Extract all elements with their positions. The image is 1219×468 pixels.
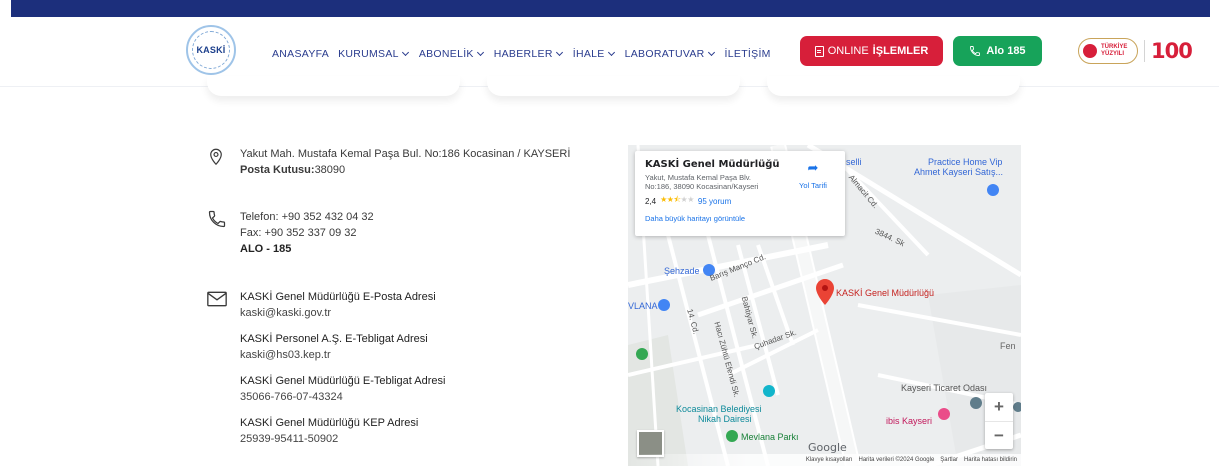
map-label-belediye2: Nikah Dairesi — [698, 414, 752, 424]
chevron-down-icon — [707, 48, 715, 57]
nav-iletisim[interactable]: İLETİŞİM — [725, 48, 771, 60]
phone-icon — [970, 46, 981, 56]
fax: Fax: +90 352 337 09 32 — [240, 227, 357, 239]
map-label-sehzade: Şehzade — [664, 266, 700, 276]
google-map[interactable]: KASKİ Genel Müdürlüğü Practice Home Vip … — [628, 145, 1021, 466]
email-value-4[interactable]: 25939-95411-50902 — [240, 431, 620, 447]
map-label-practice: Practice Home Vip — [928, 157, 1003, 167]
chevron-down-icon — [401, 48, 409, 57]
map-label-mevlana: VLANA — [628, 301, 658, 311]
email-value-1[interactable]: kaski@kaski.gov.tr — [240, 305, 620, 321]
map-label-selli: selli — [846, 157, 862, 167]
zoom-controls: + − — [985, 393, 1013, 449]
map-label-mevlana-park: Mevlana Parkı — [741, 432, 799, 442]
nav-ihale[interactable]: İHALE — [573, 48, 616, 60]
email-title-4: KASKİ Genel Müdürlüğü KEP Adresi — [240, 417, 419, 429]
place-rating: 2,4 ★★⯪★★ 95 yorum — [645, 194, 835, 208]
location-pin-icon — [210, 148, 222, 166]
directions-button[interactable]: ➦ Yol Tarifi — [793, 161, 833, 193]
map-footer: Klavye kısayolları Harita verileri ©2024… — [628, 454, 1021, 466]
logo-text: KASKİ — [196, 45, 226, 55]
map-label-ibis: ibis Kayseri — [886, 416, 933, 426]
telefon[interactable]: Telefon: +90 352 432 04 32 — [240, 209, 620, 225]
satellite-toggle[interactable] — [637, 430, 664, 457]
rating-stars-icon: ★★⯪★★ — [660, 195, 694, 204]
directions-icon: ➦ — [807, 160, 819, 175]
rating-value: 2,4 — [645, 196, 657, 206]
hundred-logo: 100 — [1151, 39, 1193, 63]
terms-link[interactable]: Şartlar — [940, 457, 958, 463]
document-icon — [814, 45, 824, 57]
zoom-in-button[interactable]: + — [985, 393, 1013, 421]
nav-anasayfa[interactable]: ANASAYFA — [272, 48, 329, 60]
bigger-map-link[interactable]: Daha büyük haritayı görüntüle — [645, 214, 835, 223]
map-label-fen: Fen — [1000, 341, 1016, 351]
info-card-1 — [207, 76, 460, 96]
turkiye-yuzyili-badge: TÜRKİYE YÜZYILI — [1078, 38, 1138, 64]
reviews-link[interactable]: 95 yorum — [698, 197, 731, 206]
mail-icon — [207, 291, 227, 307]
email-title-2: KASKİ Personel A.Ş. E-Tebligat Adresi — [240, 333, 428, 345]
keyboard-shortcuts-link[interactable]: Klavye kısayolları — [806, 457, 853, 463]
google-logo: Google — [808, 441, 847, 454]
nav-kurumsal[interactable]: KURUMSAL — [338, 48, 410, 60]
map-label-ticaret: Kayseri Ticaret Odası — [901, 383, 988, 393]
map-label-practice2: Ahmet Kayseri Satış... — [914, 167, 1004, 177]
map-pin-label: KASKİ Genel Müdürlüğü — [836, 288, 935, 298]
online-islemler-button[interactable]: ONLINE İŞLEMLER — [800, 36, 943, 66]
info-card-2 — [487, 76, 740, 96]
chevron-down-icon — [476, 48, 484, 57]
kaski-logo[interactable]: KASKİ — [186, 25, 236, 75]
po-box-label: Posta Kutusu: — [240, 164, 315, 176]
info-card-3 — [767, 76, 1020, 96]
email-title-3: KASKİ Genel Müdürlüğü E-Tebligat Adresi — [240, 375, 446, 387]
chevron-down-icon — [607, 48, 615, 57]
map-label-belediye1: Kocasinan Belediyesi — [676, 404, 762, 414]
top-accent-bar — [11, 0, 1210, 17]
nav-laboratuvar[interactable]: LABORATUVAR — [625, 48, 716, 60]
zoom-out-button[interactable]: − — [985, 421, 1013, 449]
phone-icon — [208, 210, 226, 228]
alo-185[interactable]: ALO - 185 — [240, 241, 620, 257]
alo-185-button[interactable]: Alo 185 — [953, 36, 1042, 66]
email-value-3[interactable]: 35066-766-07-43324 — [240, 389, 620, 405]
chevron-down-icon — [555, 48, 563, 57]
email-title-1: KASKİ Genel Müdürlüğü E-Posta Adresi — [240, 291, 436, 303]
map-place-card: KASKİ Genel Müdürlüğü Yakut, Mustafa Kem… — [635, 151, 845, 236]
place-address: Yakut, Mustafa Kemal Paşa Blv. No:186, 3… — [645, 173, 759, 191]
main-nav: ANASAYFA KURUMSAL ABONELİK HABERLER İHAL… — [272, 48, 771, 60]
divider — [1144, 40, 1145, 62]
turkiye-yuzyili-logo: TÜRKİYE YÜZYILI 100 — [1078, 38, 1193, 64]
report-error-link[interactable]: Harita hatası bildirin — [964, 457, 1017, 463]
map-data-text: Harita verileri ©2024 Google — [858, 457, 935, 463]
nav-abonelik[interactable]: ABONELİK — [419, 48, 485, 60]
address-line: Yakut Mah. Mustafa Kemal Paşa Bul. No:18… — [240, 148, 571, 160]
po-box-value: 38090 — [314, 164, 346, 176]
email-value-2[interactable]: kaski@hs03.kep.tr — [240, 347, 620, 363]
nav-haberler[interactable]: HABERLER — [494, 48, 564, 60]
crescent-icon — [1083, 44, 1097, 58]
